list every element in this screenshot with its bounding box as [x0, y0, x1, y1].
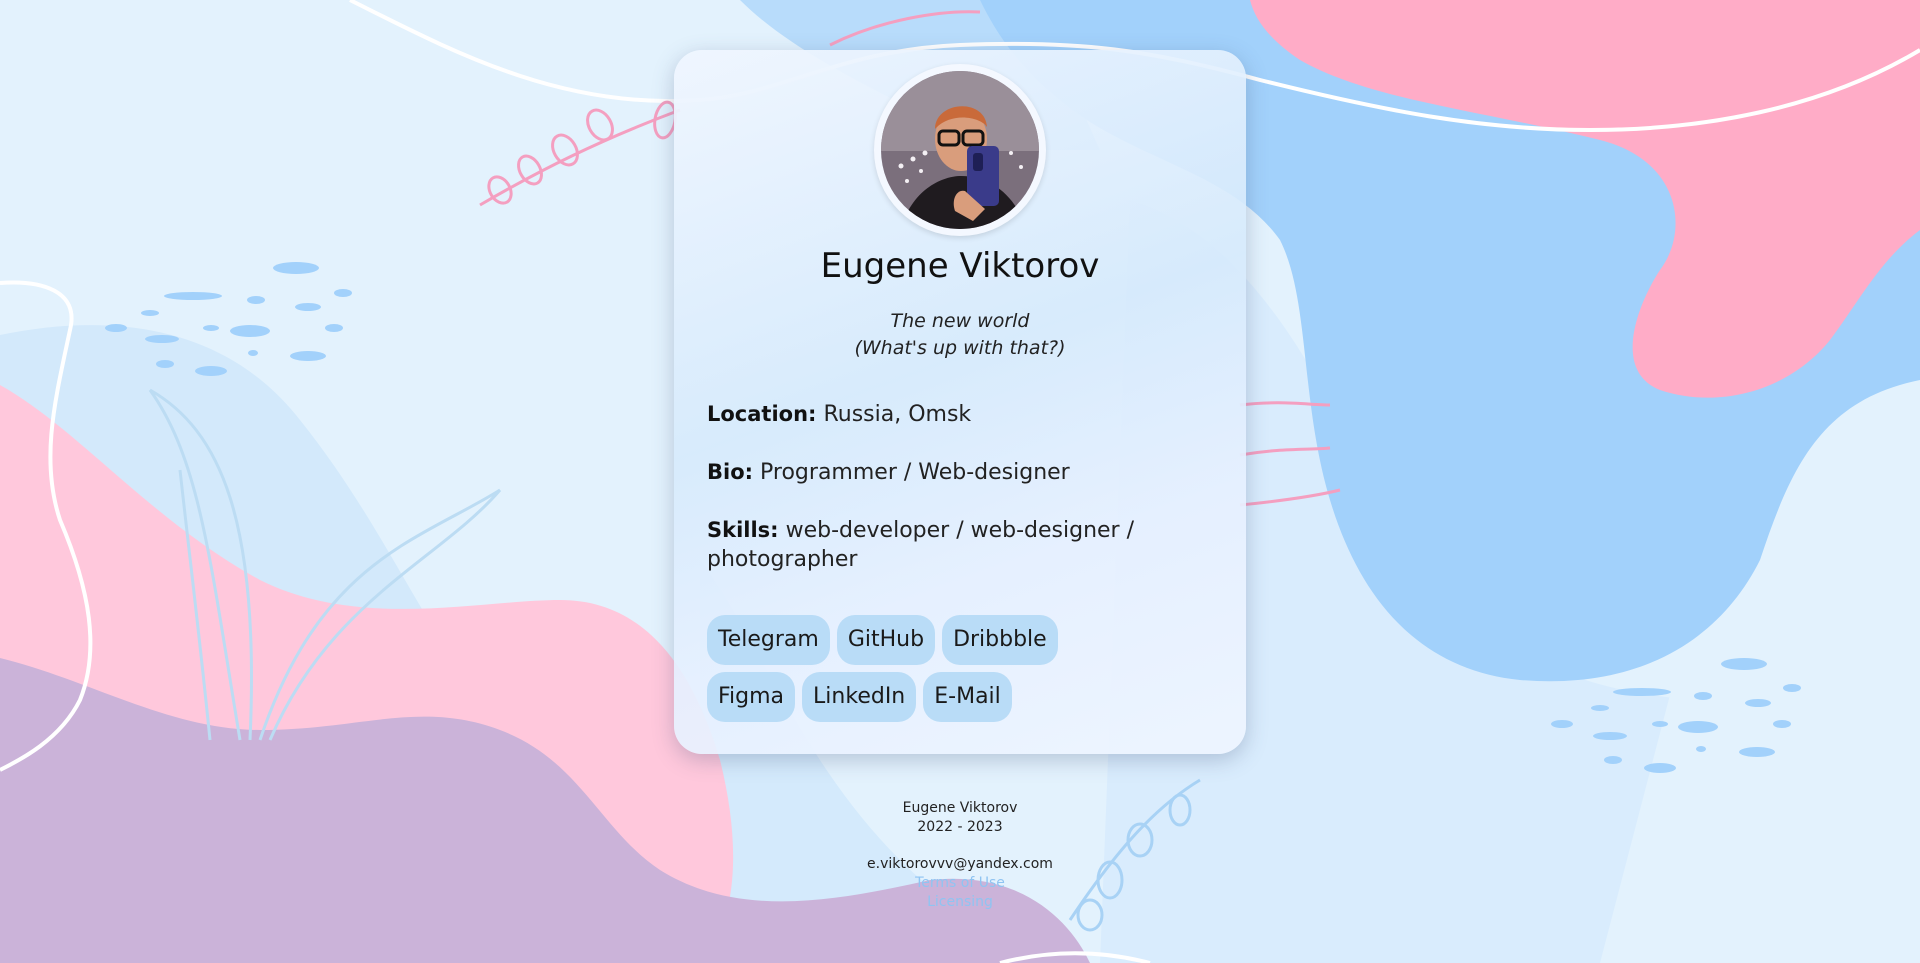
location-field: Location: Russia, Omsk [707, 400, 1213, 429]
profile-fields: Location: Russia, Omsk Bio: Programmer /… [707, 400, 1213, 603]
avatar [881, 71, 1039, 229]
bio-label: Bio: [707, 460, 754, 484]
skills-label: Skills: [707, 518, 779, 542]
footer-years: 2022 - 2023 [917, 819, 1003, 835]
profile-card: Eugene Viktorov The new world (What's up… [674, 50, 1246, 754]
link-email[interactable]: E-Mail [923, 672, 1012, 722]
bio-field: Bio: Programmer / Web-designer [707, 458, 1213, 487]
location-label: Location: [707, 402, 817, 426]
profile-motto: The new world (What's up with that?) [674, 308, 1246, 362]
profile-name: Eugene Viktorov [820, 246, 1100, 286]
bio-value: Programmer / Web-designer [760, 460, 1070, 485]
footer: Eugene Viktorov 2022 - 2023 e.viktorovvv… [760, 799, 1160, 912]
link-github[interactable]: GitHub [836, 615, 936, 665]
link-figma[interactable]: Figma [707, 672, 796, 722]
motto-line-2: (What's up with that?) [854, 337, 1066, 359]
link-telegram[interactable]: Telegram [707, 615, 830, 665]
avatar-frame [874, 64, 1046, 236]
social-links: Telegram GitHub Dribbble Figma LinkedIn … [707, 615, 1147, 722]
profile-photo-icon [881, 71, 1039, 229]
motto-line-1: The new world [890, 310, 1030, 332]
footer-spacer [760, 837, 1160, 855]
link-linkedin[interactable]: LinkedIn [802, 672, 917, 722]
link-dribbble[interactable]: Dribbble [942, 615, 1058, 665]
terms-link[interactable]: Terms of Use [760, 874, 1160, 893]
footer-email: e.viktorovvv@yandex.com [867, 856, 1053, 872]
location-value: Russia, Omsk [823, 402, 972, 427]
footer-author: Eugene Viktorov [902, 800, 1018, 816]
licensing-link[interactable]: Licensing [760, 893, 1160, 912]
skills-field: Skills: web-developer / web-designer / p… [707, 516, 1213, 574]
